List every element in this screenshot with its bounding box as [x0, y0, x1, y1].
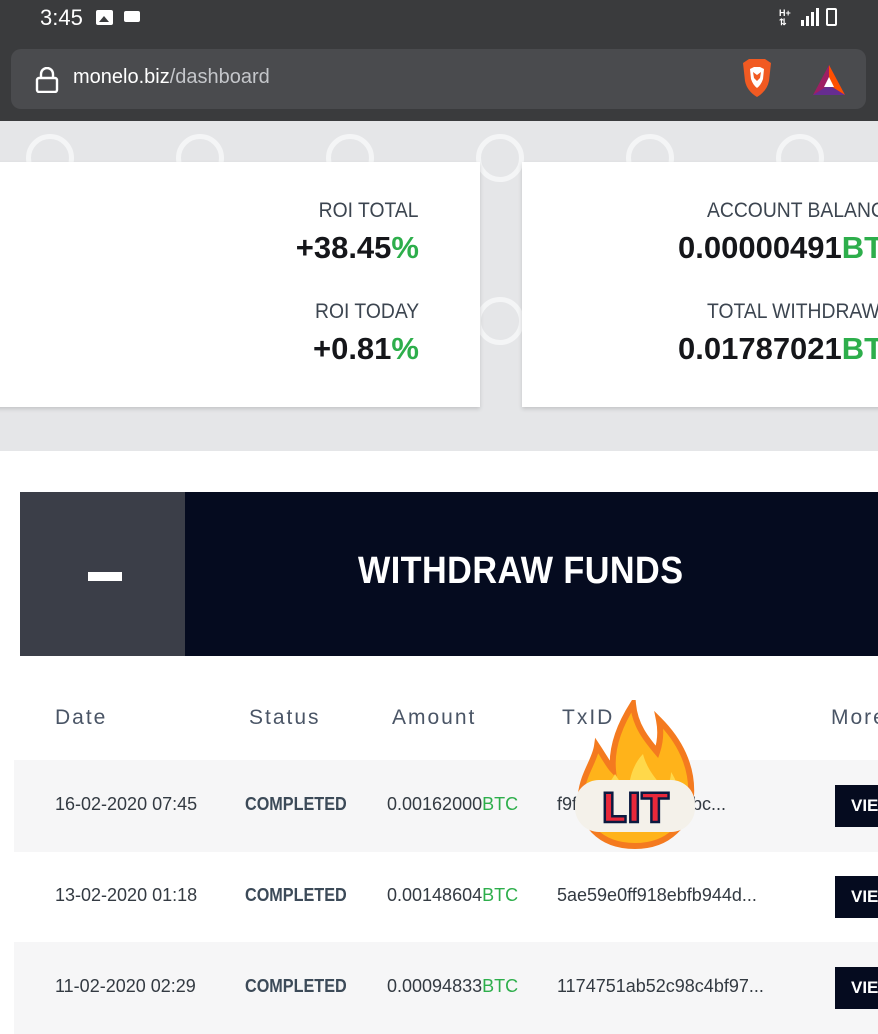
url-path: /dashboard	[169, 66, 270, 88]
total-withdraw-label: TOTAL WITHDRAW	[707, 300, 878, 323]
network-type-icon: H+ ⇅	[779, 8, 791, 27]
lit-fire-sticker: LIT	[575, 700, 695, 850]
row-date: 11-02-2020 02:29	[55, 976, 196, 996]
row-date: 13-02-2020 01:18	[55, 885, 198, 905]
roi-today-value: +0.81%	[312, 331, 419, 366]
table-row: 16-02-2020 07:45 COMPLETED 0.00162000BTC…	[14, 760, 878, 852]
row-status: COMPLETED	[245, 976, 347, 996]
brave-shield-icon[interactable]	[739, 57, 775, 99]
row-txid[interactable]: 1174751ab52c98c4bf97...	[557, 976, 764, 997]
column-header-more: More	[831, 706, 878, 729]
minus-icon	[88, 572, 122, 581]
column-header-amount: Amount	[392, 706, 477, 729]
view-button[interactable]: VIEW	[835, 876, 878, 918]
balance-card: ACCOUNT BALANC 0.00000491BT TOTAL WITHDR…	[522, 162, 878, 407]
table-row: 11-02-2020 02:29 COMPLETED 0.00094833BTC…	[14, 942, 878, 1034]
row-date: 16-02-2020 07:45	[55, 794, 198, 814]
browser-toolbar: monelo.biz/dashboard	[0, 40, 878, 121]
signal-icon	[801, 8, 819, 26]
total-withdraw-value: 0.01787021BT	[678, 331, 878, 366]
row-status: COMPLETED	[245, 885, 347, 905]
address-bar[interactable]: monelo.biz/dashboard	[11, 49, 866, 109]
column-header-date: Date	[55, 706, 108, 729]
lock-icon	[35, 67, 59, 93]
withdraw-funds-title: WITHDRAW FUNDS	[358, 550, 684, 592]
image-notification-icon	[96, 10, 113, 25]
row-amount: 0.00094833BTC	[387, 976, 519, 996]
background-ring	[476, 134, 524, 182]
url-text[interactable]: monelo.biz/dashboard	[73, 66, 270, 89]
withdraw-funds-panel-header: WITHDRAW FUNDS	[20, 492, 878, 656]
account-balance-label: ACCOUNT BALANC	[707, 199, 878, 222]
row-amount: 0.00148604BTC	[387, 885, 519, 905]
url-domain: monelo.biz	[73, 66, 170, 88]
lit-sticker-text: LIT	[601, 786, 669, 832]
row-txid[interactable]: 5ae59e0ff918ebfb944d...	[557, 885, 757, 906]
view-button[interactable]: VIEW	[835, 967, 878, 1009]
table-row: 13-02-2020 01:18 COMPLETED 0.00148604BTC…	[14, 851, 878, 943]
collapse-toggle-button[interactable]	[20, 492, 185, 656]
battery-icon	[826, 8, 837, 26]
status-bar: 3:45 H+ ⇅	[0, 0, 878, 40]
roi-today-label: ROI TODAY	[314, 300, 419, 323]
roi-card: ROI TOTAL +38.45% ROI TODAY +0.81%	[0, 162, 480, 407]
column-header-status: Status	[249, 706, 321, 729]
roi-total-label: ROI TOTAL	[319, 199, 419, 222]
message-notification-icon	[124, 11, 140, 22]
background-ring	[476, 297, 524, 345]
bat-rewards-icon[interactable]	[811, 63, 847, 97]
roi-total-value: +38.45%	[295, 230, 419, 265]
row-status: COMPLETED	[245, 794, 347, 814]
status-time: 3:45	[40, 5, 83, 30]
account-balance-value: 0.00000491BT	[678, 230, 878, 265]
stats-section: ROI TOTAL +38.45% ROI TODAY +0.81% ACCOU…	[0, 121, 878, 451]
row-amount: 0.00162000BTC	[387, 794, 519, 814]
view-button[interactable]: VIEW	[835, 785, 878, 827]
